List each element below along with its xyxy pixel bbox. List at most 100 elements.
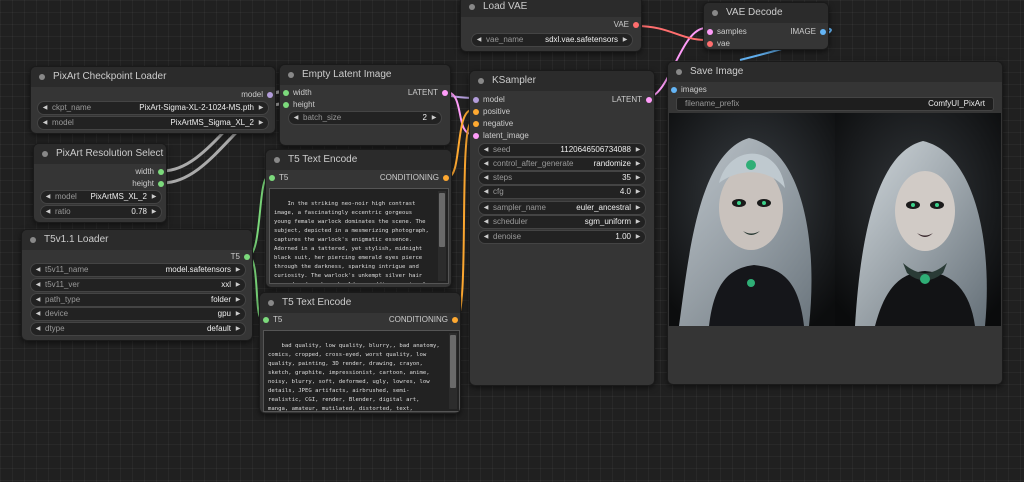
model-combo[interactable]: ◀ model PixArtMS_Sigma_XL_2 ▶: [37, 116, 269, 130]
input-vae[interactable]: vae: [707, 39, 730, 49]
node-pixart-resolution-select[interactable]: PixArt Resolution Select width height ◀ …: [33, 143, 167, 223]
collapse-dot-icon[interactable]: [288, 72, 294, 78]
collapse-dot-icon[interactable]: [478, 78, 484, 84]
input-pin[interactable]: [473, 97, 479, 103]
right-arrow-icon[interactable]: ▶: [634, 172, 642, 184]
ratio-number[interactable]: ◀ ratio 0.78 ▶: [40, 205, 162, 219]
output-height[interactable]: height: [132, 179, 164, 189]
node-title[interactable]: VAE Decode: [704, 3, 828, 23]
right-arrow-icon[interactable]: ▶: [634, 144, 642, 156]
collapse-dot-icon[interactable]: [268, 300, 274, 306]
right-arrow-icon[interactable]: ▶: [234, 323, 242, 335]
output-vae[interactable]: VAE: [614, 20, 639, 30]
seed-number[interactable]: ◀ seed 1120646506734088 ▶: [478, 143, 646, 157]
input-pin[interactable]: [263, 317, 269, 323]
input-pin[interactable]: [473, 121, 479, 127]
output-width[interactable]: width: [135, 167, 164, 177]
right-arrow-icon[interactable]: ▶: [634, 216, 642, 228]
filename-prefix-field[interactable]: filename_prefix ComfyUI_PixArt: [676, 97, 994, 111]
node-t5-text-encode-negative[interactable]: T5 Text Encode T5 CONDITIONING bad quali…: [259, 292, 461, 414]
model-combo[interactable]: ◀ model PixArtMS_XL_2 ▶: [40, 190, 162, 204]
left-arrow-icon[interactable]: ◀: [482, 216, 490, 228]
node-ksampler[interactable]: KSampler model positive negative latent_…: [469, 70, 655, 386]
input-pin[interactable]: [671, 87, 677, 93]
t5v11-ver-combo[interactable]: ◀ t5v11_ver xxl ▶: [30, 278, 246, 292]
output-pin[interactable]: [158, 181, 164, 187]
node-pixart-checkpoint-loader[interactable]: PixArt Checkpoint Loader model ◀ ckpt_na…: [30, 66, 276, 134]
node-title[interactable]: Empty Latent Image: [280, 65, 450, 85]
node-title[interactable]: Load VAE: [461, 0, 641, 17]
control-after-generate-combo[interactable]: ◀ control_after_generate randomize ▶: [478, 157, 646, 171]
right-arrow-icon[interactable]: ▶: [234, 279, 242, 291]
left-arrow-icon[interactable]: ◀: [34, 264, 42, 276]
sampler-name-combo[interactable]: ◀ sampler_name euler_ancestral ▶: [478, 201, 646, 215]
node-load-vae[interactable]: Load VAE VAE ◀ vae_name sdxl.vae.safeten…: [460, 0, 642, 52]
output-latent[interactable]: LATENT: [612, 95, 652, 105]
input-model[interactable]: model: [473, 95, 505, 105]
collapse-dot-icon[interactable]: [42, 151, 48, 157]
output-t5[interactable]: T5: [231, 252, 250, 262]
input-latent-image[interactable]: latent_image: [473, 131, 529, 141]
input-pin[interactable]: [283, 102, 289, 108]
node-vae-decode[interactable]: VAE Decode samples vae IMAGE: [703, 2, 829, 50]
input-pin[interactable]: [707, 41, 713, 47]
input-samples[interactable]: samples: [707, 27, 747, 37]
collapse-dot-icon[interactable]: [712, 10, 718, 16]
node-title[interactable]: PixArt Checkpoint Loader: [31, 67, 275, 87]
output-pin[interactable]: [443, 175, 449, 181]
left-arrow-icon[interactable]: ◀: [34, 294, 42, 306]
collapse-dot-icon[interactable]: [676, 69, 682, 75]
left-arrow-icon[interactable]: ◀: [34, 279, 42, 291]
left-arrow-icon[interactable]: ◀: [482, 186, 490, 198]
output-pin[interactable]: [158, 169, 164, 175]
right-arrow-icon[interactable]: ▶: [234, 294, 242, 306]
left-arrow-icon[interactable]: ◀: [482, 158, 490, 170]
input-t5[interactable]: T5: [263, 315, 282, 325]
left-arrow-icon[interactable]: ◀: [41, 117, 49, 129]
left-arrow-icon[interactable]: ◀: [482, 144, 490, 156]
scrollbar[interactable]: [438, 191, 446, 281]
t5v11-name-combo[interactable]: ◀ t5v11_name model.safetensors ▶: [30, 263, 246, 277]
left-arrow-icon[interactable]: ◀: [34, 308, 42, 320]
node-t5-text-encode-positive[interactable]: T5 Text Encode T5 CONDITIONING In the st…: [265, 149, 452, 288]
left-arrow-icon[interactable]: ◀: [41, 102, 49, 114]
denoise-number[interactable]: ◀ denoise 1.00 ▶: [478, 230, 646, 244]
input-width[interactable]: width: [283, 88, 312, 98]
output-pin[interactable]: [244, 254, 250, 260]
left-arrow-icon[interactable]: ◀: [482, 202, 490, 214]
output-model[interactable]: model: [241, 90, 273, 100]
node-empty-latent-image[interactable]: Empty Latent Image width height LATENT ◀…: [279, 64, 451, 146]
negative-prompt-textarea[interactable]: bad quality, low quality, blurry,, bad a…: [263, 330, 460, 412]
node-title[interactable]: T5 Text Encode: [266, 150, 451, 170]
input-pin[interactable]: [269, 175, 275, 181]
node-title[interactable]: PixArt Resolution Select: [34, 144, 166, 164]
steps-number[interactable]: ◀ steps 35 ▶: [478, 171, 646, 185]
right-arrow-icon[interactable]: ▶: [234, 308, 242, 320]
right-arrow-icon[interactable]: ▶: [634, 158, 642, 170]
collapse-dot-icon[interactable]: [274, 157, 280, 163]
right-arrow-icon[interactable]: ▶: [234, 264, 242, 276]
left-arrow-icon[interactable]: ◀: [34, 323, 42, 335]
device-combo[interactable]: ◀ device gpu ▶: [30, 307, 246, 321]
input-images[interactable]: images: [671, 85, 707, 95]
input-height[interactable]: height: [283, 100, 315, 110]
scrollbar[interactable]: [449, 333, 457, 409]
output-latent[interactable]: LATENT: [408, 88, 448, 98]
left-arrow-icon[interactable]: ◀: [44, 206, 52, 218]
left-arrow-icon[interactable]: ◀: [475, 34, 483, 46]
scrollbar-thumb[interactable]: [439, 193, 445, 247]
right-arrow-icon[interactable]: ▶: [634, 231, 642, 243]
left-arrow-icon[interactable]: ◀: [482, 231, 490, 243]
left-arrow-icon[interactable]: ◀: [292, 112, 300, 124]
node-title[interactable]: T5 Text Encode: [260, 293, 460, 313]
cfg-number[interactable]: ◀ cfg 4.0 ▶: [478, 185, 646, 199]
right-arrow-icon[interactable]: ▶: [621, 34, 629, 46]
dtype-combo[interactable]: ◀ dtype default ▶: [30, 322, 246, 336]
ckpt-name-combo[interactable]: ◀ ckpt_name PixArt-Sigma-XL-2-1024-MS.pt…: [37, 101, 269, 115]
output-pin[interactable]: [646, 97, 652, 103]
node-t5-loader[interactable]: T5v1.1 Loader T5 ◀ t5v11_name model.safe…: [21, 229, 253, 341]
node-title[interactable]: Save Image: [668, 62, 1002, 82]
output-conditioning[interactable]: CONDITIONING: [380, 173, 449, 183]
right-arrow-icon[interactable]: ▶: [150, 206, 158, 218]
output-pin[interactable]: [452, 317, 458, 323]
